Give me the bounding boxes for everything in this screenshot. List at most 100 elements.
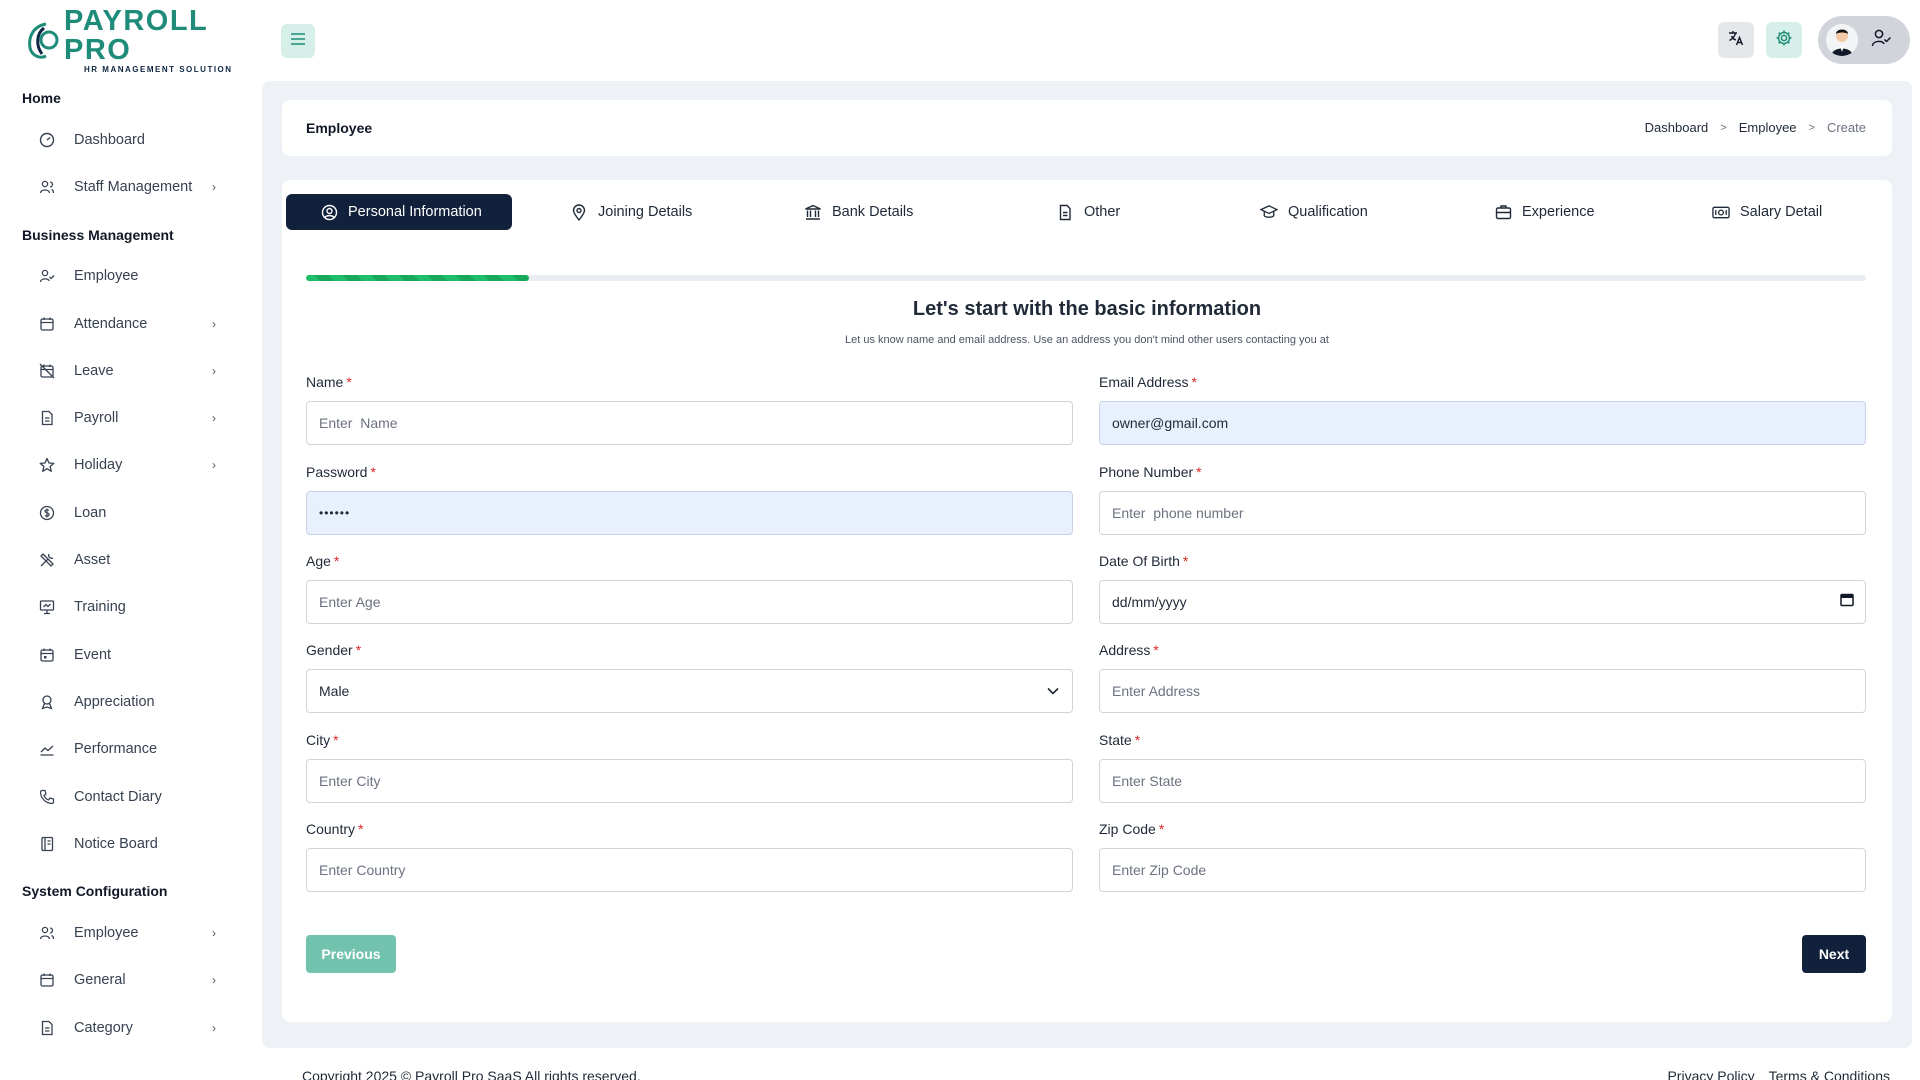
breadcrumb-employee[interactable]: Employee: [1739, 120, 1797, 135]
brand-logo[interactable]: PAYROLL PRO HR MANAGEMENT SOLUTION: [24, 6, 244, 73]
tab-bank-details[interactable]: Bank Details: [804, 194, 913, 230]
required-marker: *: [346, 374, 352, 390]
sidebar: PAYROLL PRO HR MANAGEMENT SOLUTION Home …: [0, 0, 260, 1080]
step-progress-fill: [306, 275, 530, 281]
footer-links: Privacy Policy Terms & Conditions: [1667, 1068, 1890, 1080]
sidebar-item-payroll[interactable]: Payroll ›: [0, 394, 260, 441]
zip-label: Zip Code *: [1099, 821, 1866, 841]
name-label-text: Name: [306, 374, 344, 390]
required-marker: *: [370, 464, 376, 480]
users-icon: [38, 178, 56, 196]
sidebar-item-loan[interactable]: Loan: [0, 489, 260, 536]
chevron-right-icon: >: [1720, 121, 1727, 134]
graduation-cap-icon: [1260, 203, 1278, 221]
country-label-text: Country: [306, 821, 356, 837]
dob-label-text: Date Of Birth: [1099, 553, 1180, 569]
sidebar-item-label: Appreciation: [74, 693, 155, 710]
tab-salary-detail[interactable]: Salary Detail: [1712, 194, 1822, 230]
email-label: Email Address *: [1099, 374, 1866, 394]
sidebar-item-label: Attendance: [74, 315, 148, 332]
zip-input[interactable]: [1099, 848, 1866, 892]
dollar-icon: [38, 504, 56, 522]
dob-input[interactable]: dd/mm/yyyy: [1099, 580, 1866, 624]
leaf-logo-icon: [24, 20, 60, 60]
award-icon: [38, 693, 56, 711]
previous-button[interactable]: Previous: [306, 935, 396, 973]
privacy-policy-link[interactable]: Privacy Policy: [1667, 1068, 1754, 1080]
tab-label: Qualification: [1288, 204, 1368, 220]
sidebar-item-general[interactable]: General ›: [0, 957, 260, 1004]
sidebar-item-dashboard[interactable]: Dashboard: [0, 116, 260, 163]
step-progress-bar: [306, 275, 1866, 281]
sidebar-item-performance[interactable]: Performance: [0, 726, 260, 773]
cash-icon: [1712, 203, 1730, 221]
sidebar-item-label: Holiday: [74, 457, 123, 474]
sidebar-item-attendance[interactable]: Attendance ›: [0, 300, 260, 347]
gender-label-text: Gender: [306, 642, 353, 658]
briefcase-icon: [1494, 203, 1512, 221]
sidebar-item-holiday[interactable]: Holiday ›: [0, 442, 260, 489]
chevron-right-icon: ›: [212, 458, 216, 473]
footer-copyright: Copyright 2025 © Payroll Pro SaaS All ri…: [302, 1068, 641, 1080]
sidebar-item-staff-management[interactable]: Staff Management ›: [0, 163, 260, 210]
sidebar-item-leave[interactable]: Leave ›: [0, 347, 260, 394]
password-field: Password * ••••••: [306, 464, 1073, 535]
required-marker: *: [1153, 642, 1159, 658]
state-input[interactable]: [1099, 759, 1866, 803]
breadcrumb-dashboard[interactable]: Dashboard: [1645, 120, 1709, 135]
sidebar-item-config-employee[interactable]: Employee ›: [0, 909, 260, 956]
settings-button[interactable]: [1766, 22, 1802, 58]
breadcrumb-current: Create: [1826, 120, 1866, 135]
phone-input[interactable]: [1099, 491, 1866, 535]
sidebar-item-label: Asset: [74, 552, 111, 569]
tab-experience[interactable]: Experience: [1494, 194, 1595, 230]
sidebar-item-asset[interactable]: Asset: [0, 536, 260, 583]
sidebar-item-employee[interactable]: Employee: [0, 253, 260, 300]
next-button[interactable]: Next: [1802, 935, 1866, 973]
tab-other[interactable]: Other: [1056, 194, 1120, 230]
address-input[interactable]: [1099, 669, 1866, 713]
user-check-icon: [38, 267, 56, 285]
dob-input-wrapper: dd/mm/yyyy: [1099, 580, 1866, 624]
file-icon: [1056, 203, 1074, 221]
required-marker: *: [358, 821, 364, 837]
address-label-text: Address: [1099, 642, 1151, 658]
sidebar-item-label: Loan: [74, 504, 107, 521]
age-label-text: Age: [306, 553, 331, 569]
menu-toggle-button[interactable]: [281, 24, 315, 58]
sidebar-item-appreciation[interactable]: Appreciation: [0, 678, 260, 725]
tab-label: Experience: [1522, 204, 1595, 220]
sidebar-item-event[interactable]: Event: [0, 631, 260, 678]
bank-icon: [804, 203, 822, 221]
gender-select[interactable]: Male: [306, 669, 1073, 713]
age-input[interactable]: [306, 580, 1073, 624]
tab-joining-details[interactable]: Joining Details: [570, 194, 692, 230]
password-label: Password *: [306, 464, 1073, 484]
dob-field: Date Of Birth * dd/mm/yyyy: [1099, 553, 1866, 624]
city-input[interactable]: [306, 759, 1073, 803]
required-marker: *: [333, 553, 340, 569]
country-input[interactable]: [306, 848, 1073, 892]
sidebar-item-category[interactable]: Category ›: [0, 1004, 260, 1051]
password-input[interactable]: ••••••: [306, 491, 1073, 535]
calendar-icon[interactable]: [1840, 593, 1854, 612]
email-input[interactable]: owner@gmail.com: [1099, 401, 1866, 445]
name-input[interactable]: [306, 401, 1073, 445]
language-button[interactable]: [1718, 22, 1754, 58]
password-label-text: Password: [306, 464, 368, 480]
terms-conditions-link[interactable]: Terms & Conditions: [1769, 1068, 1890, 1080]
chevron-right-icon: ›: [212, 973, 216, 988]
presentation-icon: [38, 598, 56, 616]
sidebar-item-label: Dashboard: [74, 131, 145, 148]
translate-icon: [1727, 29, 1745, 52]
user-menu[interactable]: [1818, 16, 1910, 64]
required-marker: *: [1182, 553, 1189, 569]
tab-qualification[interactable]: Qualification: [1260, 194, 1368, 230]
sidebar-item-contact-diary[interactable]: Contact Diary: [0, 773, 260, 820]
tab-personal-information[interactable]: Personal Information: [286, 194, 512, 230]
sidebar-nav: Home Dashboard Staff Management › Busine…: [0, 80, 260, 1051]
tab-label: Other: [1084, 204, 1121, 220]
sidebar-item-training[interactable]: Training: [0, 584, 260, 631]
user-check-icon: [1870, 27, 1892, 54]
sidebar-item-notice-board[interactable]: Notice Board: [0, 820, 260, 867]
